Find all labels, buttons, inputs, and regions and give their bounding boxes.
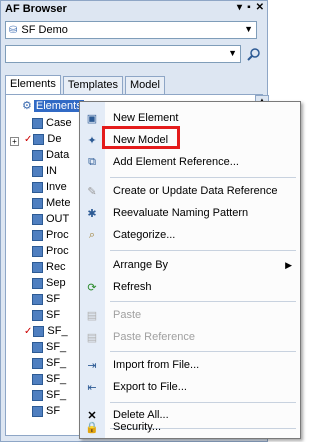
menu-separator [110, 402, 296, 403]
expand-toggle[interactable]: + [10, 137, 19, 146]
close-icon[interactable]: ✕ [256, 2, 264, 13]
tree-node[interactable]: IN [32, 163, 57, 179]
menu-item-paste-reference: ▤ Paste Reference [86, 331, 195, 344]
elements-root-icon: ⚙ [22, 100, 32, 112]
highlight-box [102, 126, 180, 149]
menu-separator [110, 351, 296, 352]
tree-node[interactable]: Rec [32, 259, 66, 275]
database-selector-value: SF Demo [21, 24, 68, 36]
menu-item-paste: ▤ Paste [86, 309, 142, 322]
panel-titlebar: AF Browser ▾ ▪ ✕ [1, 1, 267, 16]
new-model-icon: ✦ [87, 134, 97, 147]
element-icon [32, 165, 43, 177]
tab-model[interactable]: Model [125, 76, 165, 94]
context-menu: ▣ New Element ✦ New Model ⧉ Add Element … [79, 101, 301, 439]
tab-strip: Elements Templates Model [5, 75, 167, 96]
menu-item-arrange-by[interactable]: Arrange By ▶ [80, 254, 300, 276]
search-dropdown-icon[interactable]: ▼ [228, 48, 237, 58]
tree-node[interactable]: Proc [32, 243, 69, 259]
database-selector[interactable]: ⛁ SF Demo ▼ [5, 21, 257, 39]
element-icon [33, 325, 45, 337]
element-icon [32, 309, 43, 321]
menu-item-categorize[interactable]: ⌕ Categorize... [80, 224, 300, 246]
tree-node[interactable]: Sep [32, 275, 66, 291]
categorize-icon: ⌕ [88, 228, 96, 241]
element-icon [32, 229, 43, 241]
tree-node[interactable]: Data [32, 147, 69, 163]
tree-node[interactable]: Inve [32, 179, 67, 195]
element-icon [32, 181, 43, 193]
element-icon [32, 389, 43, 401]
tree-node[interactable]: Proc [32, 227, 69, 243]
tree-node[interactable]: SF_ [32, 355, 66, 371]
menu-separator [110, 177, 296, 178]
panel-title: AF Browser [5, 2, 67, 15]
search-input[interactable]: ▼ [5, 45, 241, 63]
tree-node[interactable]: ✓ De [24, 131, 61, 147]
new-element-icon: ▣ [86, 112, 98, 125]
element-icon [32, 197, 43, 209]
element-icon [33, 133, 45, 145]
add-reference-icon: ⧉ [88, 155, 96, 168]
tree-node[interactable]: SF [32, 307, 60, 323]
paste-icon: ▤ [86, 309, 98, 322]
refresh-icon: ⟳ [87, 281, 97, 294]
menu-item-add-element-reference[interactable]: ⧉ Add Element Reference... [80, 151, 300, 173]
tab-templates[interactable]: Templates [62, 76, 123, 94]
tree-node[interactable]: OUT [32, 211, 69, 227]
menu-item-create-update-data-reference[interactable]: ✎ Create or Update Data Reference [80, 180, 300, 202]
tree-node[interactable]: Mete [32, 195, 70, 211]
database-icon: ⛁ [9, 24, 18, 36]
element-icon [32, 357, 43, 369]
checkout-check-icon: ✓ [24, 325, 33, 337]
tree-root-label: Elements [33, 99, 84, 112]
paste-reference-icon: ▤ [86, 331, 98, 344]
element-icon [32, 293, 43, 305]
tree-node[interactable]: SF_ [32, 371, 66, 387]
element-icon [32, 405, 43, 417]
search-icon [247, 48, 260, 61]
element-icon [32, 261, 43, 273]
data-reference-icon: ✎ [87, 185, 97, 198]
tree-node[interactable]: SF [32, 403, 60, 419]
naming-pattern-icon: ✱ [87, 207, 97, 220]
tree-node[interactable]: ✓ SF_ [24, 323, 68, 339]
checkout-check-icon: ✓ [24, 133, 33, 145]
tree-node[interactable]: Case [32, 115, 72, 131]
element-icon [32, 277, 43, 289]
search-row: ▼ [5, 45, 265, 63]
tree-root[interactable]: ⚙ Elements [22, 99, 84, 112]
tree-node[interactable]: SF_ [32, 339, 66, 355]
menu-separator [110, 301, 296, 302]
pin-icon[interactable]: ▪ [247, 2, 251, 13]
element-icon [32, 149, 43, 161]
menu-item-import-from-file[interactable]: ⇥ Import from File... [80, 354, 300, 376]
dropdown-arrow-icon[interactable]: ▾ [237, 2, 242, 13]
tab-elements[interactable]: Elements [5, 75, 61, 96]
element-icon [32, 373, 43, 385]
tree-node[interactable]: SF_ [32, 387, 66, 403]
menu-item-export-to-file[interactable]: ⇤ Export to File... [80, 376, 300, 398]
search-button[interactable] [245, 45, 263, 63]
element-icon [32, 245, 43, 257]
menu-item-security[interactable]: 🔒 Security... [80, 416, 300, 438]
element-icon [32, 341, 43, 353]
element-icon [32, 117, 43, 129]
menu-item-refresh[interactable]: ⟳ Refresh [80, 276, 300, 298]
import-icon: ⇥ [87, 359, 97, 372]
menu-item-reevaluate-naming-pattern[interactable]: ✱ Reevaluate Naming Pattern [80, 202, 300, 224]
tree-node[interactable]: SF [32, 291, 60, 307]
security-icon: 🔒 [85, 421, 99, 434]
submenu-arrow-icon: ▶ [285, 259, 292, 270]
chevron-down-icon[interactable]: ▼ [244, 24, 253, 34]
element-icon [32, 213, 43, 225]
menu-separator [110, 250, 296, 251]
export-icon: ⇤ [87, 381, 97, 394]
